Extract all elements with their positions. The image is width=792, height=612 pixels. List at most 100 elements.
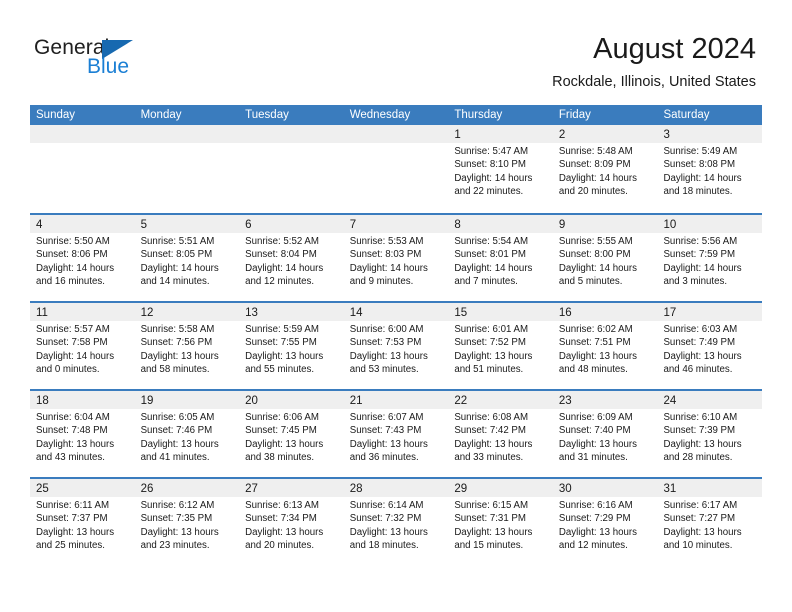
day-detail-line: Daylight: 14 hours — [140, 262, 219, 274]
day-number: 13 — [245, 307, 258, 319]
calendar-day-cell[interactable]: 30 Sunrise: 6:16 AM Sunset: 7:29 PM Dayligh… — [552, 479, 658, 565]
day-detail-line: Sunrise: 6:17 AM — [663, 500, 738, 511]
day-detail-line: Sunrise: 5:54 AM — [454, 236, 529, 247]
calendar-day-cell[interactable]: 11 Sunrise: 5:57 AM Sunset: 7:58 PM Dayligh… — [30, 303, 135, 389]
day-details — [343, 143, 449, 145]
day-number: 26 — [140, 483, 154, 495]
day-detail-line: Daylight: 13 hours — [349, 438, 428, 450]
day-details — [30, 143, 135, 145]
day-number-bar: 18 — [30, 391, 135, 409]
weekday-saturday: Saturday — [663, 109, 710, 121]
day-number-bar: 22 — [448, 391, 553, 409]
calendar-day-cell-empty — [343, 125, 449, 213]
day-detail-line: Daylight: 13 hours — [454, 438, 533, 450]
calendar-day-cell[interactable]: 23 Sunrise: 6:09 AM Sunset: 7:40 PM Dayligh… — [552, 391, 658, 477]
calendar-day-cell[interactable]: 31 Sunrise: 6:17 AM Sunset: 7:27 PM Dayligh… — [657, 479, 763, 565]
calendar-day-cell[interactable]: 19 Sunrise: 6:05 AM Sunset: 7:46 PM Dayligh… — [134, 391, 240, 477]
calendar-day-cell[interactable]: 29 Sunrise: 6:15 AM Sunset: 7:31 PM Dayligh… — [448, 479, 553, 565]
day-detail-line: Sunrise: 6:13 AM — [245, 500, 319, 511]
day-number-bar: 29 — [448, 479, 553, 497]
day-details: Sunrise: 6:09 AM Sunset: 7:40 PM Daylight:… — [553, 409, 658, 464]
day-detail-line: Sunrise: 6:12 AM — [140, 500, 215, 511]
day-number: 31 — [663, 483, 677, 495]
day-detail-line: Daylight: 13 hours — [663, 438, 742, 450]
day-detail-line: Sunrise: 6:14 AM — [349, 500, 424, 511]
day-detail-line: Sunset: 7:34 PM — [245, 513, 317, 525]
calendar-day-cell[interactable]: 15 Sunrise: 6:01 AM Sunset: 7:52 PM Dayligh… — [448, 303, 553, 389]
calendar-day-cell[interactable]: 8 Sunrise: 5:54 AM Sunset: 8:01 PM Daylight… — [448, 215, 553, 301]
day-detail-line: Daylight: 13 hours — [140, 526, 219, 538]
calendar-day-cell[interactable]: 25 Sunrise: 6:11 AM Sunset: 7:37 PM Dayligh… — [30, 479, 135, 565]
calendar-day-cell[interactable]: 20 Sunrise: 6:06 AM Sunset: 7:45 PM Dayligh… — [239, 391, 344, 477]
calendar-day-cell[interactable]: 28 Sunrise: 6:14 AM Sunset: 7:32 PM Dayligh… — [343, 479, 449, 565]
calendar-day-cell[interactable]: 7 Sunrise: 5:53 AM Sunset: 8:03 PM Daylight… — [343, 215, 449, 301]
day-number-bar: 31 — [657, 479, 763, 497]
calendar-day-cell[interactable]: 18 Sunrise: 6:04 AM Sunset: 7:48 PM Dayligh… — [30, 391, 135, 477]
day-detail-line: and 7 minutes. — [454, 275, 518, 287]
calendar-day-cell[interactable]: 9 Sunrise: 5:55 AM Sunset: 8:00 PM Daylight… — [552, 215, 658, 301]
calendar-day-cell[interactable]: 2 Sunrise: 5:48 AM Sunset: 8:09 PM Daylight… — [552, 125, 658, 213]
calendar-day-cell[interactable]: 6 Sunrise: 5:52 AM Sunset: 8:04 PM Daylight… — [239, 215, 344, 301]
day-number: 3 — [663, 129, 670, 141]
calendar-day-cell[interactable]: 16 Sunrise: 6:02 AM Sunset: 7:51 PM Dayligh… — [552, 303, 658, 389]
day-number: 1 — [454, 129, 461, 141]
day-detail-line: Sunset: 7:59 PM — [663, 249, 736, 261]
calendar-day-cell[interactable]: 14 Sunrise: 6:00 AM Sunset: 7:53 PM Dayligh… — [343, 303, 449, 389]
calendar-day-cell[interactable]: 12 Sunrise: 5:58 AM Sunset: 7:56 PM Dayligh… — [134, 303, 240, 389]
page-header: General Blue August 2024 Rockdale, Illin… — [0, 0, 792, 100]
day-detail-line: Sunrise: 5:58 AM — [140, 324, 215, 335]
day-detail-line: Daylight: 14 hours — [245, 262, 324, 274]
day-number: 12 — [140, 307, 154, 319]
day-details: Sunrise: 5:58 AM Sunset: 7:56 PM Daylight:… — [135, 321, 240, 376]
day-detail-line: Daylight: 13 hours — [454, 526, 533, 538]
day-detail-line: and 12 minutes. — [245, 275, 315, 287]
day-number-bar: 27 — [239, 479, 344, 497]
day-number: 2 — [558, 129, 566, 141]
general-blue-logo[interactable]: General Blue — [34, 36, 224, 86]
calendar-day-cell[interactable]: 5 Sunrise: 5:51 AM Sunset: 8:05 PM Daylight… — [134, 215, 240, 301]
day-detail-line: and 23 minutes. — [140, 539, 210, 551]
day-detail-line: Sunset: 8:05 PM — [140, 249, 213, 261]
day-detail-line: and 16 minutes. — [36, 275, 105, 287]
weekday-friday: Friday — [558, 109, 591, 121]
day-detail-line: Daylight: 14 hours — [454, 172, 533, 184]
calendar-day-cell[interactable]: 22 Sunrise: 6:08 AM Sunset: 7:42 PM Dayligh… — [448, 391, 553, 477]
calendar-day-cell[interactable]: 17 Sunrise: 6:03 AM Sunset: 7:49 PM Dayligh… — [657, 303, 763, 389]
day-detail-line: Sunrise: 5:53 AM — [349, 236, 424, 247]
calendar-day-cell[interactable]: 4 Sunrise: 5:50 AM Sunset: 8:06 PM Daylight… — [30, 215, 135, 301]
day-detail-line: Sunrise: 6:09 AM — [558, 412, 633, 423]
calendar-day-cell[interactable]: 13 Sunrise: 5:59 AM Sunset: 7:55 PM Dayligh… — [239, 303, 344, 389]
day-number: 9 — [558, 219, 566, 231]
day-detail-line: and 9 minutes. — [349, 275, 414, 287]
page-title: August 2024 — [593, 33, 756, 65]
day-detail-line: Daylight: 14 hours — [36, 262, 115, 274]
weekday-tuesday: Tuesday — [245, 109, 289, 121]
day-number: 20 — [245, 395, 258, 407]
calendar-day-cell[interactable]: 26 Sunrise: 6:12 AM Sunset: 7:35 PM Dayligh… — [134, 479, 240, 565]
day-number: 19 — [140, 395, 154, 407]
day-detail-line: Sunset: 7:52 PM — [454, 337, 526, 349]
calendar-day-cell-empty — [30, 125, 135, 213]
calendar-day-cell[interactable]: 3 Sunrise: 5:49 AM Sunset: 8:08 PM Daylight… — [657, 125, 763, 213]
day-number-bar: 25 — [30, 479, 135, 497]
calendar-day-cell[interactable]: 1 Sunrise: 5:47 AM Sunset: 8:10 PM Daylight… — [448, 125, 553, 213]
day-details: Sunrise: 6:12 AM Sunset: 7:35 PM Daylight:… — [135, 497, 240, 552]
day-detail-line: Sunrise: 5:48 AM — [558, 146, 633, 157]
day-detail-line: Sunset: 7:42 PM — [454, 425, 526, 437]
day-detail-line: Sunrise: 6:16 AM — [558, 500, 633, 511]
calendar-day-cell[interactable]: 21 Sunrise: 6:07 AM Sunset: 7:43 PM Dayligh… — [343, 391, 449, 477]
calendar-day-cell[interactable]: 10 Sunrise: 5:56 AM Sunset: 7:59 PM Dayligh… — [657, 215, 763, 301]
calendar-day-cell[interactable]: 27 Sunrise: 6:13 AM Sunset: 7:34 PM Dayligh… — [239, 479, 344, 565]
day-number: 6 — [245, 219, 252, 231]
day-detail-line: Sunset: 8:01 PM — [454, 249, 526, 261]
day-detail-line: and 43 minutes. — [36, 451, 105, 463]
day-detail-line: Daylight: 14 hours — [349, 262, 428, 274]
day-detail-line: Sunrise: 6:04 AM — [36, 412, 110, 423]
day-detail-line: and 38 minutes. — [245, 451, 315, 463]
day-detail-line: Daylight: 13 hours — [36, 526, 115, 538]
day-detail-line: and 12 minutes. — [558, 539, 628, 551]
logo-text-blue: Blue — [87, 55, 130, 78]
calendar-day-cell[interactable]: 24 Sunrise: 6:10 AM Sunset: 7:39 PM Dayligh… — [657, 391, 763, 477]
day-detail-line: and 51 minutes. — [454, 363, 524, 375]
day-number-bar: 21 — [343, 391, 449, 409]
